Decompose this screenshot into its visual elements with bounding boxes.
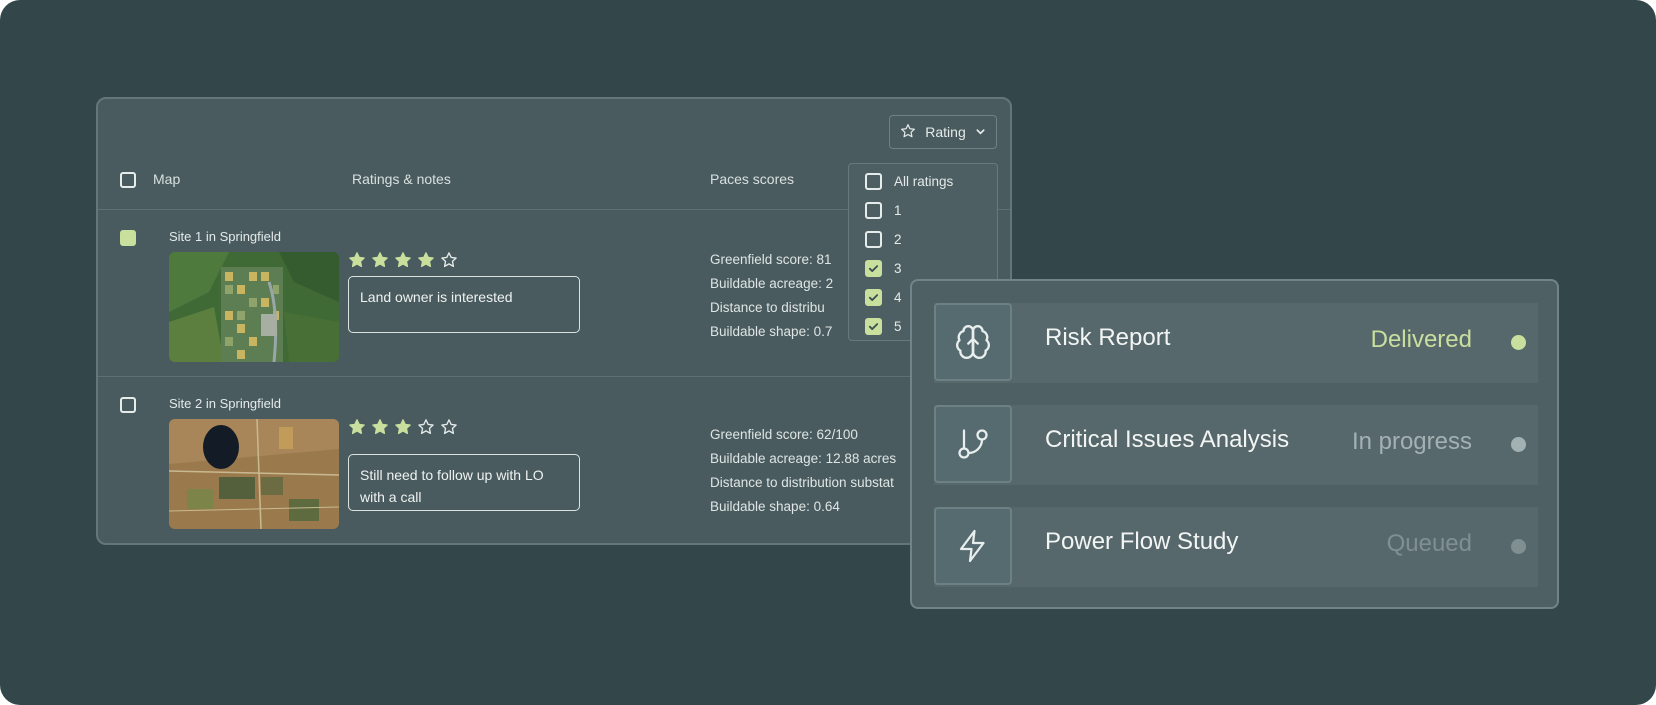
rating-option-5[interactable]: 5 — [865, 318, 902, 335]
score-line: Buildable acreage: 12.88 acres — [710, 451, 897, 466]
rating-filter-button[interactable]: Rating — [889, 115, 997, 149]
rating-option-checkbox[interactable] — [865, 231, 882, 248]
score-line: Distance to distribution substat — [710, 475, 894, 490]
star-empty-icon[interactable] — [417, 418, 435, 441]
header-ratings-notes: Ratings & notes — [352, 171, 451, 187]
rating-option-checkbox[interactable] — [865, 202, 882, 219]
star-filled-icon[interactable] — [348, 418, 366, 441]
chevron-down-icon — [975, 124, 986, 140]
report-status: Queued — [1386, 530, 1472, 557]
star-empty-icon[interactable] — [440, 418, 458, 441]
rating-filter-label: Rating — [925, 124, 966, 140]
lightning-icon — [934, 507, 1012, 585]
star-icon — [900, 123, 916, 142]
rating-option-label: All ratings — [894, 174, 954, 189]
score-line: Greenfield score: 62/100 — [710, 427, 858, 442]
site-1-note[interactable]: Land owner is interested — [348, 276, 580, 333]
report-name: Critical Issues Analysis — [1045, 426, 1290, 453]
star-empty-icon[interactable] — [440, 251, 458, 274]
score-line: Buildable shape: 0.64 — [710, 499, 840, 514]
site-1-checkbox[interactable] — [120, 230, 136, 246]
status-dot — [1511, 437, 1526, 452]
site-2-rating-stars[interactable] — [348, 418, 458, 441]
report-name: Power Flow Study — [1045, 528, 1239, 555]
brain-icon — [934, 303, 1012, 381]
report-row-power-flow[interactable]: Power Flow Study Queued — [934, 507, 1538, 587]
reports-status-card: Risk Report Delivered Critical Issues An… — [910, 279, 1559, 609]
report-status: In progress — [1351, 428, 1472, 455]
star-filled-icon[interactable] — [394, 251, 412, 274]
status-dot — [1511, 335, 1526, 350]
site-1-map-thumbnail[interactable] — [169, 252, 339, 362]
star-filled-icon[interactable] — [371, 418, 389, 441]
rating-option-3[interactable]: 3 — [865, 260, 902, 277]
star-filled-icon[interactable] — [394, 418, 412, 441]
rating-option-4[interactable]: 4 — [865, 289, 902, 306]
star-filled-icon[interactable] — [371, 251, 389, 274]
header-paces-scores: Paces scores — [710, 171, 795, 187]
rating-option-label: 1 — [894, 203, 902, 218]
background-frame: Rating Map Ratings & notes Paces scores … — [0, 0, 1656, 705]
star-filled-icon[interactable] — [417, 251, 435, 274]
site-2-map-thumbnail[interactable] — [169, 419, 339, 529]
rating-option-label: 3 — [894, 261, 902, 276]
rating-option-2[interactable]: 2 — [865, 231, 902, 248]
site-2-note[interactable]: Still need to follow up with LO with a c… — [348, 454, 580, 511]
rating-option-checkbox[interactable] — [865, 173, 882, 190]
rating-option-checkbox[interactable] — [865, 289, 882, 306]
row-divider — [98, 376, 1010, 377]
report-name: Risk Report — [1045, 324, 1171, 351]
report-row-critical-issues[interactable]: Critical Issues Analysis In progress — [934, 405, 1538, 485]
git-branch-icon — [934, 405, 1012, 483]
report-status: Delivered — [1370, 326, 1472, 353]
site-1-title: Site 1 in Springfield — [169, 229, 282, 244]
rating-option-checkbox[interactable] — [865, 260, 882, 277]
site-1-rating-stars[interactable] — [348, 251, 458, 274]
header-map: Map — [153, 171, 181, 187]
site-2-checkbox[interactable] — [120, 397, 136, 413]
site-2-scores: Greenfield score: 62/100 Buildable acrea… — [710, 423, 910, 519]
rating-option-1[interactable]: 1 — [865, 202, 902, 219]
rating-option-label: 5 — [894, 319, 902, 334]
rating-option-label: 4 — [894, 290, 902, 305]
rating-option-all[interactable]: All ratings — [865, 173, 953, 190]
star-filled-icon[interactable] — [348, 251, 366, 274]
report-row-risk-report[interactable]: Risk Report Delivered — [934, 303, 1538, 383]
site-2-title: Site 2 in Springfield — [169, 396, 282, 411]
rating-option-checkbox[interactable] — [865, 318, 882, 335]
rating-option-label: 2 — [894, 232, 902, 247]
select-all-checkbox[interactable] — [120, 172, 136, 188]
status-dot — [1511, 539, 1526, 554]
